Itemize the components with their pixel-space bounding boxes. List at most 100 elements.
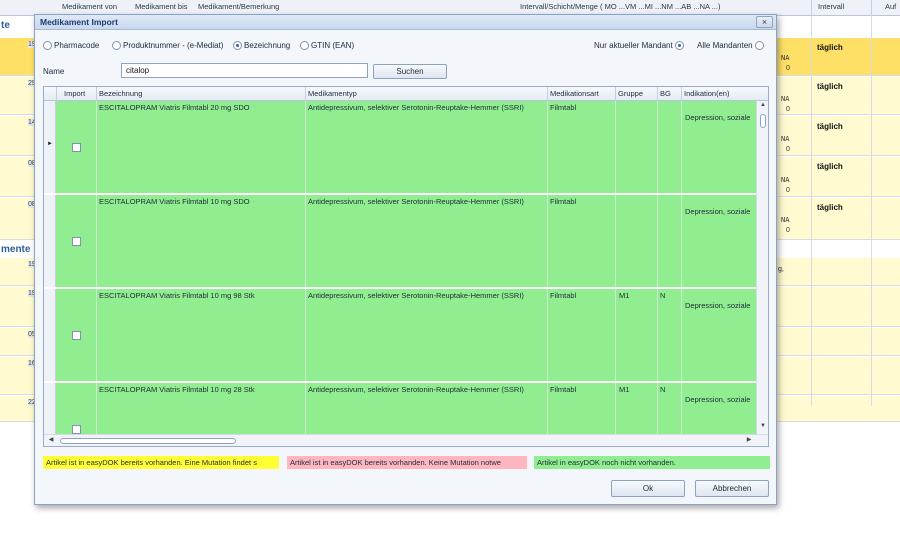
cancel-button[interactable]: Abbrechen [695, 480, 769, 497]
scroll-up-icon[interactable]: ▲ [757, 102, 768, 112]
cell-separator [96, 101, 97, 193]
scroll-left-icon[interactable]: ◀ [46, 436, 56, 446]
import-checkbox[interactable] [72, 143, 81, 152]
row-header[interactable]: ► [44, 101, 56, 193]
bg-na-label: NA [781, 176, 790, 184]
radio-label: GTIN (EAN) [311, 41, 355, 51]
table-row[interactable]: ESCITALOPRAM Viatris Filmtabl 10 mg 28 S… [44, 383, 756, 434]
cell-medikamentyp: Antidepressivum, selektiver Serotonin-Re… [308, 103, 524, 112]
vertical-scrollbar[interactable]: ▲ ▼ [756, 101, 768, 434]
row-header[interactable] [44, 195, 56, 287]
cell-separator [657, 195, 658, 287]
radio-label: Produktnummer - (e-Mediat) [123, 41, 224, 51]
scroll-right-icon[interactable]: ▶ [744, 436, 754, 446]
radio-pharmacode[interactable]: Pharmacode [43, 41, 99, 51]
row-header[interactable] [44, 383, 56, 434]
bg-col-intervall[interactable]: Intervall [818, 2, 844, 11]
radio-gtin[interactable]: GTIN (EAN) [300, 41, 355, 51]
import-checkbox[interactable] [72, 425, 81, 434]
radio-produktnummer[interactable]: Produktnummer - (e-Mediat) [112, 41, 224, 51]
radio-circle-bezeichnung[interactable] [233, 41, 242, 51]
table-row[interactable]: ► ESCITALOPRAM Viatris Filmtabl 20 mg SD… [44, 101, 756, 194]
grid-header-separator [305, 87, 306, 101]
grid-header: Import Bezeichnung Medikamentyp Medikati… [44, 87, 768, 101]
radio-label: Bezeichnung [244, 41, 291, 51]
bg-col-medikament-von[interactable]: Medikament von [62, 2, 117, 11]
import-checkbox[interactable] [72, 331, 81, 340]
name-label: Name [43, 67, 65, 76]
bg-col-auf[interactable]: Auf [885, 2, 896, 11]
radio-circle-aktueller-mandant[interactable] [674, 41, 684, 51]
cell-bezeichnung: ESCITALOPRAM Viatris Filmtabl 10 mg SDO [99, 197, 250, 206]
radio-label: Alle Mandanten [697, 41, 753, 51]
row-pointer-icon: ► [47, 141, 53, 147]
grid-header-separator [56, 87, 57, 101]
radio-circle-pharmacode[interactable] [43, 41, 52, 51]
cell-separator [681, 195, 682, 287]
radio-circle-alle-mandanten[interactable] [754, 41, 764, 51]
dialog-title: Medikament Import [40, 17, 118, 27]
grid-body: ► ESCITALOPRAM Viatris Filmtabl 20 mg SD… [44, 101, 756, 434]
cell-bezeichnung: ESCITALOPRAM Viatris Filmtabl 20 mg SDO [99, 103, 250, 112]
bg-column-divider [811, 16, 812, 406]
cell-separator [681, 383, 682, 434]
cell-medikationsart: Filmtabl [550, 385, 577, 394]
bg-zero-value: 0 [786, 106, 790, 113]
medication-results-grid: Import Bezeichnung Medikamentyp Medikati… [43, 86, 769, 447]
vertical-scroll-thumb[interactable] [760, 114, 766, 128]
grid-header-separator [681, 87, 682, 101]
column-header-gruppe[interactable]: Gruppe [618, 89, 643, 98]
import-checkbox[interactable] [72, 237, 81, 246]
radio-circle-produktnummer[interactable] [112, 41, 121, 51]
close-icon[interactable]: × [756, 16, 773, 28]
cell-separator [547, 383, 548, 434]
cell-separator [96, 289, 97, 381]
bg-na-label: NA [781, 216, 790, 224]
cell-indikation: Depression, soziale [685, 301, 751, 310]
cell-separator [615, 383, 616, 434]
bg-col-bemerkung[interactable]: Medikament/Bemerkung [198, 2, 279, 11]
ok-button[interactable]: Ok [611, 480, 685, 497]
column-header-indikationen[interactable]: Indikation(en) [684, 89, 729, 98]
bg-col-separator [811, 0, 812, 16]
cell-bg: N [660, 291, 666, 300]
column-header-medikamentyp[interactable]: Medikamentyp [308, 89, 357, 98]
grid-header-separator [657, 87, 658, 101]
column-header-medikationsart[interactable]: Medikationsart [550, 89, 599, 98]
cell-separator [615, 289, 616, 381]
radio-nur-aktueller-mandant[interactable]: Nur aktueller Mandant [594, 41, 684, 51]
bg-col-intervall-schicht[interactable]: Intervall/Schicht/Menge ( MO ...VM ...MI… [520, 2, 720, 11]
search-button[interactable]: Suchen [373, 64, 447, 79]
cell-separator [96, 195, 97, 287]
bg-zero-value: 0 [786, 65, 790, 72]
cell-indikation: Depression, soziale [685, 113, 751, 122]
cell-separator [681, 101, 682, 193]
radio-circle-gtin[interactable] [300, 41, 309, 51]
cell-separator [657, 101, 658, 193]
table-row[interactable]: ESCITALOPRAM Viatris Filmtabl 10 mg SDO … [44, 195, 756, 288]
bg-zero-value: 0 [786, 187, 790, 194]
bg-na-label: NA [781, 95, 790, 103]
horizontal-scrollbar[interactable]: ◀ ▶ [44, 434, 768, 446]
radio-alle-mandanten[interactable]: Alle Mandanten [697, 41, 764, 51]
dialog-titlebar[interactable]: Medikament Import × [35, 15, 776, 30]
cell-separator [305, 101, 306, 193]
column-header-import[interactable]: Import [64, 89, 85, 98]
column-header-bg[interactable]: BG [660, 89, 671, 98]
row-header[interactable] [44, 289, 56, 381]
cell-separator [615, 101, 616, 193]
grid-header-separator [96, 87, 97, 101]
bg-col-separator [871, 0, 872, 16]
bg-na-label: NA [781, 135, 790, 143]
column-header-bezeichnung[interactable]: Bezeichnung [99, 89, 142, 98]
cell-separator [96, 383, 97, 434]
name-search-input[interactable] [121, 63, 368, 78]
radio-bezeichnung[interactable]: Bezeichnung [233, 41, 291, 51]
scroll-down-icon[interactable]: ▼ [757, 423, 768, 433]
bg-zero-value: 0 [786, 227, 790, 234]
horizontal-scroll-thumb[interactable] [60, 438, 236, 444]
cell-indikation: Depression, soziale [685, 395, 751, 404]
bg-col-medikament-bis[interactable]: Medikament bis [135, 2, 188, 11]
bg-column-divider [871, 16, 872, 406]
table-row[interactable]: ESCITALOPRAM Viatris Filmtabl 10 mg 98 S… [44, 289, 756, 382]
